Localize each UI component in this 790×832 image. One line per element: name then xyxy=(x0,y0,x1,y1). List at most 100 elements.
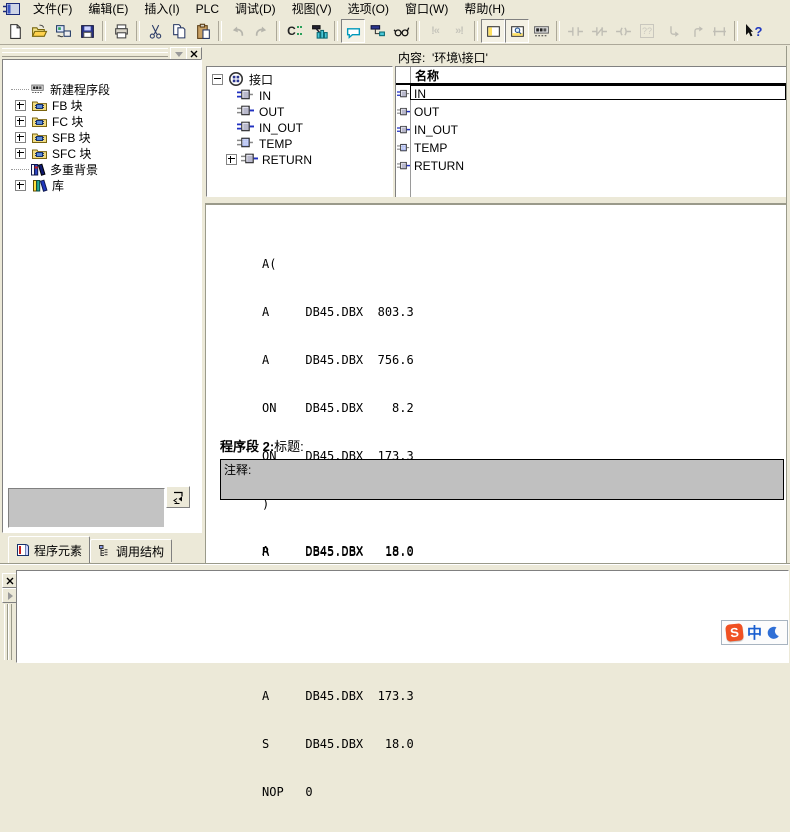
contents-row-in-out[interactable]: IN_OUT xyxy=(396,121,786,139)
insert-rung-button[interactable] xyxy=(707,19,731,43)
close-icon xyxy=(190,50,198,58)
jump-to-element-button[interactable] xyxy=(166,486,190,508)
toolbar: C !« »! ?? ? xyxy=(0,18,790,45)
insert-empty-box-button[interactable]: ?? xyxy=(635,19,659,43)
undo-button[interactable] xyxy=(225,19,249,43)
pane-tabs: 程序元素 调用结构 xyxy=(8,536,172,563)
contents-path-label: 内容: '环境\接口' xyxy=(398,49,488,66)
symbolic-representation-button[interactable]: C xyxy=(283,19,307,43)
contents-row-return[interactable]: RETURN xyxy=(396,157,786,175)
tree-item-in[interactable]: IN xyxy=(207,87,392,103)
tab-program-elements[interactable]: 程序元素 xyxy=(8,536,90,563)
menu-insert[interactable]: 插入(I) xyxy=(136,0,187,19)
overview-toggle-button[interactable] xyxy=(481,19,505,43)
menu-options[interactable]: 选项(O) xyxy=(340,0,397,19)
pane-grab-handle[interactable] xyxy=(2,52,168,57)
stl-line: A DB45.DBX 803.3 xyxy=(262,304,414,320)
contents-row-in[interactable]: IN xyxy=(396,85,786,103)
tree-item-sfb-blocks[interactable]: SFB 块 xyxy=(3,129,201,145)
save-icon xyxy=(79,23,96,40)
empty-box-icon: ?? xyxy=(640,24,654,38)
menu-window[interactable]: 窗口(W) xyxy=(397,0,456,19)
insert-contact-button[interactable] xyxy=(563,19,587,43)
program-elements-pane: 新建程序段 FB 块 FC 块 SFB 块 xyxy=(2,59,202,533)
books-icon xyxy=(31,178,48,192)
detail-view-button[interactable] xyxy=(505,19,529,43)
interface-icon xyxy=(228,71,244,87)
tree-item-in-out[interactable]: IN_OUT xyxy=(207,119,392,135)
open-branch-button[interactable] xyxy=(659,19,683,43)
paste-button[interactable] xyxy=(191,19,215,43)
tree-item-fb-blocks[interactable]: FB 块 xyxy=(3,97,201,113)
tree-item-label: RETURN xyxy=(262,152,312,167)
print-button[interactable] xyxy=(109,19,133,43)
horizontal-splitter[interactable] xyxy=(0,563,790,570)
contents-row-temp[interactable]: TEMP xyxy=(396,139,786,157)
cut-button[interactable] xyxy=(143,19,167,43)
open-folder-icon xyxy=(31,23,48,40)
new-network-button[interactable] xyxy=(529,19,553,43)
block-structure-button[interactable] xyxy=(365,19,389,43)
books-icon xyxy=(29,162,46,176)
tree-item-sfc-blocks[interactable]: SFC 块 xyxy=(3,145,201,161)
menu-plc[interactable]: PLC xyxy=(188,1,227,18)
collapse-minus-icon[interactable] xyxy=(212,74,223,85)
stl-line: A DB45.DBX 173.3 xyxy=(262,688,414,704)
expand-plus-icon[interactable] xyxy=(15,100,26,111)
output-content-area[interactable] xyxy=(16,570,789,663)
next-error-button[interactable]: »! xyxy=(447,19,471,43)
menu-file[interactable]: 文件(F) xyxy=(25,0,80,19)
menu-help[interactable]: 帮助(H) xyxy=(456,0,513,19)
tree-item-libraries[interactable]: 库 xyxy=(3,177,201,193)
tree-item-fc-blocks[interactable]: FC 块 xyxy=(3,113,201,129)
toolbar-separator xyxy=(556,21,560,41)
stl-code-editor[interactable]: A( A DB45.DBX 803.3 A DB45.DBX 756.6 ON … xyxy=(205,203,786,563)
contents-row-out[interactable]: OUT xyxy=(396,103,786,121)
expand-plus-icon[interactable] xyxy=(226,154,237,165)
expand-plus-icon[interactable] xyxy=(15,132,26,143)
open-online-icon xyxy=(55,23,72,40)
download-button[interactable] xyxy=(307,19,331,43)
block-window-icon[interactable] xyxy=(3,2,21,16)
copy-button[interactable] xyxy=(167,19,191,43)
open-online-button[interactable] xyxy=(51,19,75,43)
ime-toolbar: S 中 xyxy=(721,620,788,645)
tree-item-interface[interactable]: 接口 xyxy=(207,71,392,87)
open-button[interactable] xyxy=(27,19,51,43)
close-branch-button[interactable] xyxy=(683,19,707,43)
output-next-button[interactable] xyxy=(2,588,17,603)
tree-item-return[interactable]: RETURN xyxy=(207,151,392,167)
monitor-button[interactable] xyxy=(389,19,413,43)
insert-coil-button[interactable] xyxy=(611,19,635,43)
redo-button[interactable] xyxy=(249,19,273,43)
network2-title[interactable]: 程序段 2:标题: xyxy=(220,436,304,455)
save-button[interactable] xyxy=(75,19,99,43)
overview-pane-icon xyxy=(485,23,502,40)
tree-item-out[interactable]: OUT xyxy=(207,103,392,119)
ime-language-toggle[interactable]: 中 xyxy=(747,622,762,643)
tree-item-temp[interactable]: TEMP xyxy=(207,135,392,151)
menu-debug[interactable]: 调试(D) xyxy=(227,0,284,19)
expand-plus-icon[interactable] xyxy=(15,148,26,159)
output-close-button[interactable] xyxy=(2,573,17,588)
sogou-logo-icon[interactable]: S xyxy=(725,623,744,642)
expand-plus-icon[interactable] xyxy=(15,180,26,191)
block-structure-icon xyxy=(369,23,386,40)
network2-comment-box[interactable]: 注释: xyxy=(220,459,784,500)
panel-drag-handle[interactable] xyxy=(4,604,11,660)
moon-icon[interactable] xyxy=(766,626,780,640)
help-question-icon: ? xyxy=(755,24,763,39)
insert-negated-contact-button[interactable] xyxy=(587,19,611,43)
network-number-label: 程序段 2: xyxy=(220,439,274,454)
menu-view[interactable]: 视图(V) xyxy=(284,0,340,19)
previous-error-button[interactable]: !« xyxy=(423,19,447,43)
menu-edit[interactable]: 编辑(E) xyxy=(80,0,136,19)
comment-toggle-button[interactable] xyxy=(341,19,365,43)
tree-item-multi-instance[interactable]: 多重背景 xyxy=(3,161,201,177)
context-help-button[interactable]: ? xyxy=(741,19,765,43)
tree-item-new-network[interactable]: 新建程序段 xyxy=(3,81,201,97)
interface-tree-pane: 接口 IN OUT IN_OUT TEMP RETURN xyxy=(206,66,393,197)
expand-plus-icon[interactable] xyxy=(15,116,26,127)
tab-call-structure[interactable]: 调用结构 xyxy=(90,539,172,562)
new-document-button[interactable] xyxy=(3,19,27,43)
